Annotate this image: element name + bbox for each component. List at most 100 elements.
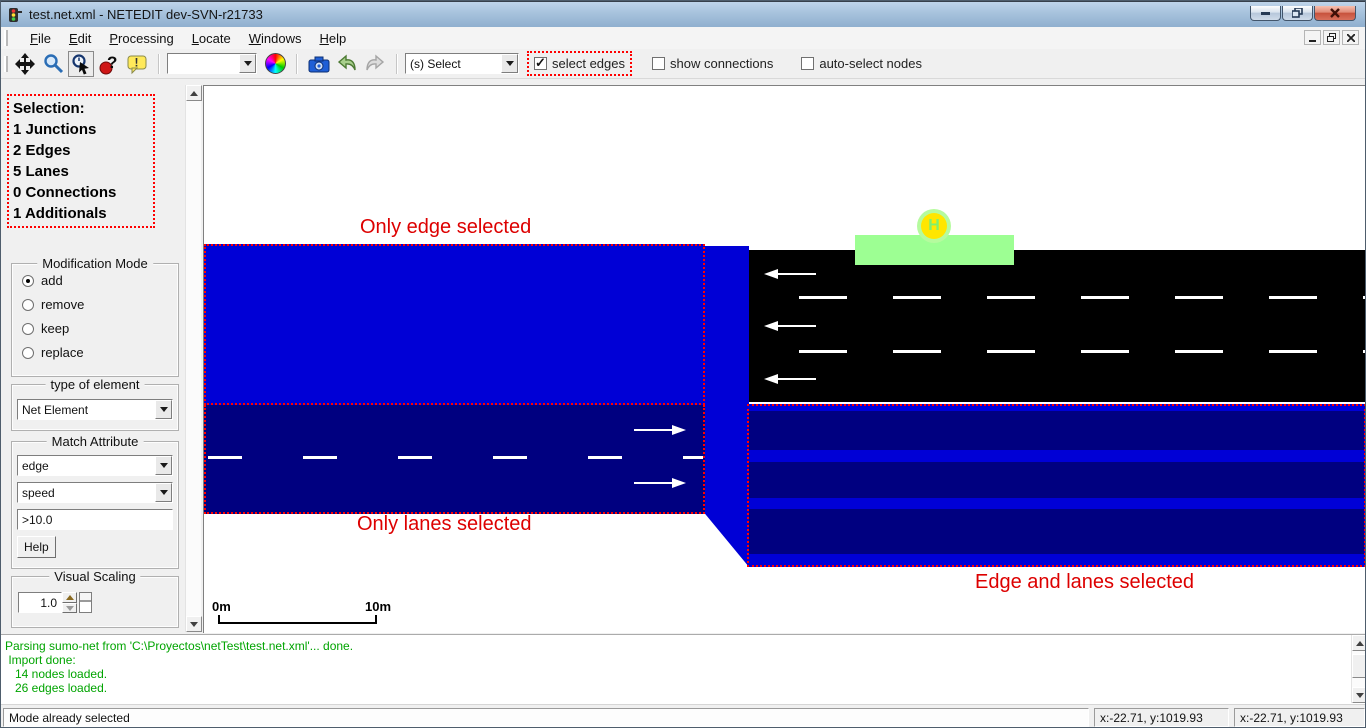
visual-scaling-group: Visual Scaling 1.0 — [11, 576, 179, 628]
mode-combobox[interactable]: (s) Select — [405, 53, 519, 74]
scaling-dial[interactable] — [79, 592, 92, 613]
log-scroll-up-button[interactable] — [1352, 635, 1366, 651]
lane-divider-dashes — [799, 350, 1365, 353]
match-attribute-combobox[interactable]: speed — [17, 482, 173, 503]
scroll-up-button[interactable] — [186, 85, 202, 101]
selection-lanes: 5 Lanes — [13, 161, 149, 182]
lane-direction-arrow-left — [764, 374, 816, 384]
undo-button[interactable] — [334, 51, 360, 77]
menubar-grip[interactable] — [4, 30, 8, 46]
visual-scaling-input[interactable]: 1.0 — [18, 592, 62, 613]
menu-edit[interactable]: Edit — [60, 29, 100, 48]
radio-keep-label: keep — [41, 321, 69, 336]
recenter-view-button[interactable] — [12, 51, 38, 77]
status-coordinates-1: x:-22.71, y:1019.93 — [1094, 708, 1229, 727]
match-expression-input[interactable]: >10.0 — [17, 509, 173, 530]
unselected-road[interactable] — [749, 250, 1366, 402]
edit-coloring-button[interactable] — [262, 51, 288, 77]
match-attribute-group: Match Attribute edge speed >10.0 Help — [11, 441, 179, 569]
visual-scaling-spinner[interactable] — [62, 592, 77, 613]
log-scrollbar-thumb[interactable] — [1352, 654, 1366, 678]
log-scrollbar[interactable] — [1351, 635, 1366, 703]
modification-mode-group: Modification Mode add remove keep replac… — [11, 263, 179, 377]
visual-scaling-title: Visual Scaling — [49, 569, 140, 584]
radio-remove-row[interactable]: remove — [22, 297, 178, 312]
spin-down-icon — [66, 606, 74, 615]
radio-add[interactable] — [22, 275, 34, 287]
select-edges-checkbox[interactable] — [534, 57, 547, 70]
help-button[interactable]: Help — [17, 536, 56, 558]
lane-divider-dashes — [799, 296, 1365, 299]
radio-keep-row[interactable]: keep — [22, 321, 178, 336]
arrow-up-icon — [190, 87, 198, 96]
element-type-dropdown-button[interactable] — [155, 400, 172, 419]
toolbar-separator — [396, 54, 398, 74]
spin-up-button[interactable] — [62, 592, 77, 603]
selected-lane[interactable] — [749, 462, 1364, 498]
select-edges-checkbox-row[interactable]: select edges — [531, 55, 628, 72]
mdi-restore-button[interactable] — [1323, 30, 1340, 45]
sidebar-scrollbar[interactable] — [185, 85, 201, 632]
spin-up-icon — [66, 591, 74, 600]
show-connections-checkbox[interactable] — [652, 57, 665, 70]
zoom-button[interactable] — [40, 51, 66, 77]
spin-down-button[interactable] — [62, 603, 77, 613]
mdi-minimize-icon — [1309, 40, 1316, 42]
minimize-button[interactable] — [1250, 6, 1281, 21]
mdi-minimize-button[interactable] — [1304, 30, 1321, 45]
select-edges-label: select edges — [552, 56, 625, 71]
view-scheme-combobox[interactable] — [167, 53, 257, 74]
radio-add-row[interactable]: add — [22, 273, 178, 288]
element-type-combobox[interactable]: Net Element — [17, 399, 173, 420]
menu-file[interactable]: File — [21, 29, 60, 48]
auto-select-nodes-checkbox[interactable] — [801, 57, 814, 70]
auto-select-nodes-label: auto-select nodes — [819, 56, 922, 71]
redo-button[interactable] — [362, 51, 388, 77]
menu-locate[interactable]: Locate — [183, 29, 240, 48]
match-attribute-dropdown-button[interactable] — [155, 483, 172, 502]
selected-lane[interactable] — [749, 411, 1364, 450]
scroll-down-button[interactable] — [186, 616, 202, 632]
locate-junction-button[interactable] — [68, 51, 94, 77]
toolbar-grip[interactable] — [4, 56, 8, 72]
network-canvas[interactable]: Only edge selected — [203, 85, 1366, 633]
selected-edge-and-lanes-road[interactable] — [747, 404, 1366, 567]
log-scroll-down-button[interactable] — [1352, 687, 1366, 703]
mode-dropdown-button[interactable] — [501, 54, 518, 73]
recenter-icon — [14, 53, 36, 75]
close-button[interactable] — [1314, 6, 1356, 21]
restore-button[interactable] — [1282, 6, 1313, 21]
window-titlebar: test.net.xml - NETEDIT dev-SVN-r21733 — [1, 1, 1366, 27]
menu-processing[interactable]: Processing — [100, 29, 182, 48]
show-connections-checkbox-row[interactable]: show connections — [652, 56, 773, 71]
snapshot-button[interactable] — [306, 51, 332, 77]
match-element-combobox[interactable]: edge — [17, 455, 173, 476]
lane-divider-dashes — [208, 456, 703, 459]
radio-keep[interactable] — [22, 323, 34, 335]
junction-polygon[interactable] — [705, 246, 749, 567]
menu-help[interactable]: Help — [310, 29, 355, 48]
auto-select-nodes-checkbox-row[interactable]: auto-select nodes — [801, 56, 922, 71]
selection-title: Selection: — [13, 98, 149, 119]
lane-direction-arrow-right — [634, 425, 686, 435]
type-of-element-group: type of element Net Element — [11, 384, 179, 431]
radio-replace[interactable] — [22, 347, 34, 359]
menubar: File Edit Processing Locate Windows Help — [1, 27, 1366, 49]
selected-lane[interactable] — [749, 509, 1364, 554]
mdi-close-button[interactable] — [1342, 30, 1359, 45]
radio-replace-row[interactable]: replace — [22, 345, 178, 360]
minimize-icon — [1261, 12, 1270, 15]
match-element-dropdown-button[interactable] — [155, 456, 172, 475]
busstop-sign[interactable]: H — [917, 209, 951, 243]
status-coordinates-2: x:-22.71, y:1019.93 — [1234, 708, 1365, 727]
help-question-button[interactable]: ? — [96, 51, 122, 77]
radio-remove[interactable] — [22, 299, 34, 311]
view-scheme-dropdown-button[interactable] — [239, 54, 256, 73]
match-element-value: edge — [18, 459, 155, 473]
selected-lanes-road[interactable] — [204, 405, 705, 514]
question-icon: ? — [98, 53, 120, 75]
modification-mode-title: Modification Mode — [37, 256, 153, 271]
tooltip-button[interactable]: ! — [124, 51, 150, 77]
menu-windows[interactable]: Windows — [240, 29, 311, 48]
selected-edge-region[interactable] — [204, 244, 705, 405]
